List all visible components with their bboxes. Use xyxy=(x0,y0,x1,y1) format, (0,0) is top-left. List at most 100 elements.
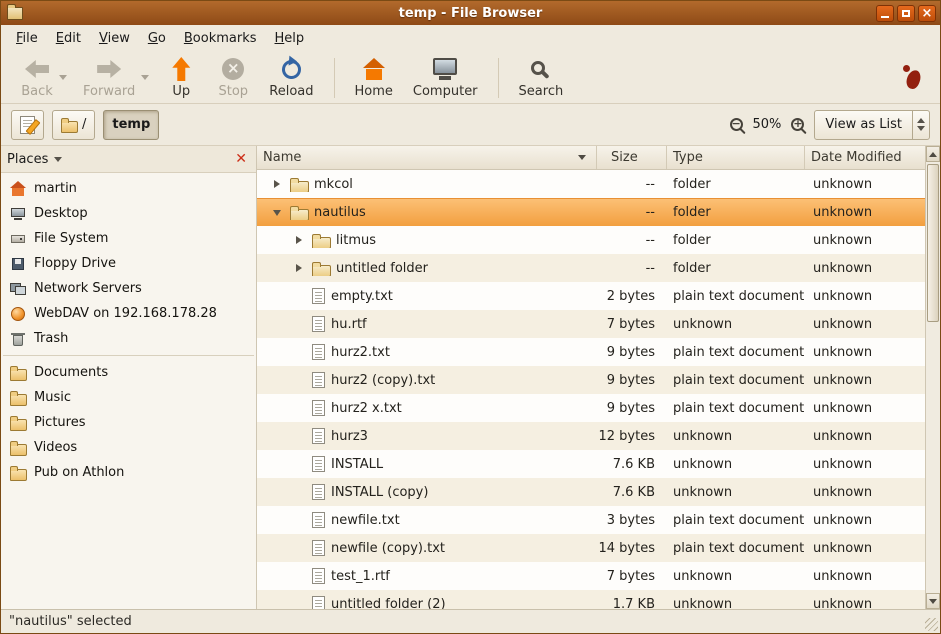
sort-descending-icon xyxy=(578,155,586,160)
file-date-modified: unknown xyxy=(805,429,925,444)
file-date-modified: unknown xyxy=(805,541,925,556)
name-cell: hurz3 xyxy=(257,428,597,444)
sidebar-item-pub-on-athlon[interactable]: Pub on Athlon xyxy=(1,460,256,485)
search-button[interactable]: Search xyxy=(509,53,574,102)
forward-dropdown-arrow[interactable] xyxy=(141,75,149,80)
file-row-install[interactable]: INSTALL7.6 KBunknownunknown xyxy=(257,450,925,478)
edit-location-button[interactable] xyxy=(11,110,44,140)
home-button[interactable]: Home xyxy=(345,53,403,102)
menu-help[interactable]: Help xyxy=(266,27,314,50)
titlebar[interactable]: temp - File Browser × xyxy=(1,1,940,25)
maximize-icon xyxy=(902,10,910,17)
back-button[interactable]: Back xyxy=(11,53,63,102)
folder-icon xyxy=(290,205,308,220)
file-row-hurz2-x-txt[interactable]: hurz2 x.txt9 bytesplain text documentunk… xyxy=(257,394,925,422)
sidebar-item-pictures[interactable]: Pictures xyxy=(1,410,256,435)
file-row-hurz2-txt[interactable]: hurz2.txt9 bytesplain text documentunkno… xyxy=(257,338,925,366)
column-header-type[interactable]: Type xyxy=(667,146,805,169)
minimize-button[interactable] xyxy=(876,5,894,22)
sidebar-close-button[interactable]: ✕ xyxy=(232,151,250,167)
scroll-down-button[interactable] xyxy=(926,593,940,609)
view-mode-select[interactable]: View as List xyxy=(814,110,930,140)
zoom-out-button[interactable] xyxy=(730,118,743,131)
sidebar-item-network-servers[interactable]: Network Servers xyxy=(1,276,256,301)
scroll-up-button[interactable] xyxy=(926,146,940,162)
file-type: unknown xyxy=(667,597,805,610)
file-icon xyxy=(312,512,325,528)
close-button[interactable]: × xyxy=(918,5,936,22)
reload-button[interactable]: Reload xyxy=(259,53,323,102)
menubar: FileEditViewGoBookmarksHelp xyxy=(1,25,940,52)
file-size: -- xyxy=(597,233,667,248)
file-row-hu-rtf[interactable]: hu.rtf7 bytesunknownunknown xyxy=(257,310,925,338)
sidebar-item-documents[interactable]: Documents xyxy=(1,360,256,385)
file-size: 1.7 KB xyxy=(597,597,667,610)
file-size: 7 bytes xyxy=(597,317,667,332)
scrollbar-thumb[interactable] xyxy=(927,164,939,322)
sidebar-item-music[interactable]: Music xyxy=(1,385,256,410)
sidebar-item-floppy-drive[interactable]: Floppy Drive xyxy=(1,251,256,276)
back-dropdown-arrow[interactable] xyxy=(59,75,67,80)
stop-button[interactable]: Stop xyxy=(207,53,259,102)
zoom-in-button[interactable] xyxy=(791,118,804,131)
places-header[interactable]: Places ✕ xyxy=(1,146,256,173)
view-mode-spinner[interactable] xyxy=(912,111,929,139)
file-date-modified: unknown xyxy=(805,569,925,584)
file-row-install-copy[interactable]: INSTALL (copy)7.6 KBunknownunknown xyxy=(257,478,925,506)
path-root-button[interactable]: / xyxy=(52,110,95,140)
file-list-pane: Name Size Type Date Modified mkcol--fold… xyxy=(257,146,940,609)
menu-go[interactable]: Go xyxy=(139,27,175,50)
file-row-litmus[interactable]: litmus--folderunknown xyxy=(257,226,925,254)
column-header-date-modified[interactable]: Date Modified xyxy=(805,146,925,169)
expander-collapsed[interactable] xyxy=(291,236,306,244)
file-type: plain text document xyxy=(667,345,805,360)
sidebar-item-desktop[interactable]: Desktop xyxy=(1,201,256,226)
sidebar-item-martin[interactable]: martin xyxy=(1,176,256,201)
menu-file[interactable]: File xyxy=(7,27,47,50)
file-name: mkcol xyxy=(314,177,353,192)
file-row-test-1-rtf[interactable]: test_1.rtf7 bytesunknownunknown xyxy=(257,562,925,590)
file-date-modified: unknown xyxy=(805,317,925,332)
sidebar-item-label: Floppy Drive xyxy=(34,256,116,271)
file-row-nautilus[interactable]: nautilus--folderunknown xyxy=(257,198,925,226)
menu-view[interactable]: View xyxy=(90,27,139,50)
column-header-name[interactable]: Name xyxy=(257,146,597,169)
menu-edit[interactable]: Edit xyxy=(47,27,90,50)
file-name: newfile (copy).txt xyxy=(331,541,445,556)
throbber-logo xyxy=(902,64,924,92)
file-name: test_1.rtf xyxy=(331,569,390,584)
folder-icon xyxy=(10,415,26,431)
maximize-button[interactable] xyxy=(897,5,915,22)
file-row-mkcol[interactable]: mkcol--folderunknown xyxy=(257,170,925,198)
vertical-scrollbar[interactable] xyxy=(925,146,940,609)
file-size: 9 bytes xyxy=(597,345,667,360)
file-name: hu.rtf xyxy=(331,317,367,332)
expander-collapsed[interactable] xyxy=(291,264,306,272)
expander-expanded[interactable] xyxy=(269,210,284,216)
file-row-newfile-copy-txt[interactable]: newfile (copy).txt14 bytesplain text doc… xyxy=(257,534,925,562)
file-icon xyxy=(312,400,325,416)
toolbar-separator xyxy=(498,58,499,98)
file-row-untitled-folder-2[interactable]: untitled folder (2)1.7 KBunknownunknown xyxy=(257,590,925,609)
forward-button[interactable]: Forward xyxy=(73,53,145,102)
resize-grip[interactable] xyxy=(925,618,938,631)
up-button[interactable]: Up xyxy=(155,53,207,102)
sidebar-item-file-system[interactable]: File System xyxy=(1,226,256,251)
menu-bookmarks[interactable]: Bookmarks xyxy=(175,27,266,50)
computer-button[interactable]: Computer xyxy=(403,53,488,102)
file-row-newfile-txt[interactable]: newfile.txt3 bytesplain text documentunk… xyxy=(257,506,925,534)
scroll-down-icon xyxy=(929,599,937,604)
sidebar-item-webdav-on-192-168-178-28[interactable]: WebDAV on 192.168.178.28 xyxy=(1,301,256,326)
column-header-size[interactable]: Size xyxy=(597,146,667,169)
file-row-untitled-folder[interactable]: untitled folder--folderunknown xyxy=(257,254,925,282)
file-row-hurz3[interactable]: hurz312 bytesunknownunknown xyxy=(257,422,925,450)
sidebar-item-videos[interactable]: Videos xyxy=(1,435,256,460)
file-row-hurz2-copy-txt[interactable]: hurz2 (copy).txt9 bytesplain text docume… xyxy=(257,366,925,394)
file-row-empty-txt[interactable]: empty.txt2 bytesplain text documentunkno… xyxy=(257,282,925,310)
file-date-modified: unknown xyxy=(805,177,925,192)
sidebar-item-trash[interactable]: Trash xyxy=(1,326,256,351)
file-type: folder xyxy=(667,177,805,192)
name-cell: hu.rtf xyxy=(257,316,597,332)
path-current-button[interactable]: temp xyxy=(103,110,159,140)
expander-collapsed[interactable] xyxy=(269,180,284,188)
